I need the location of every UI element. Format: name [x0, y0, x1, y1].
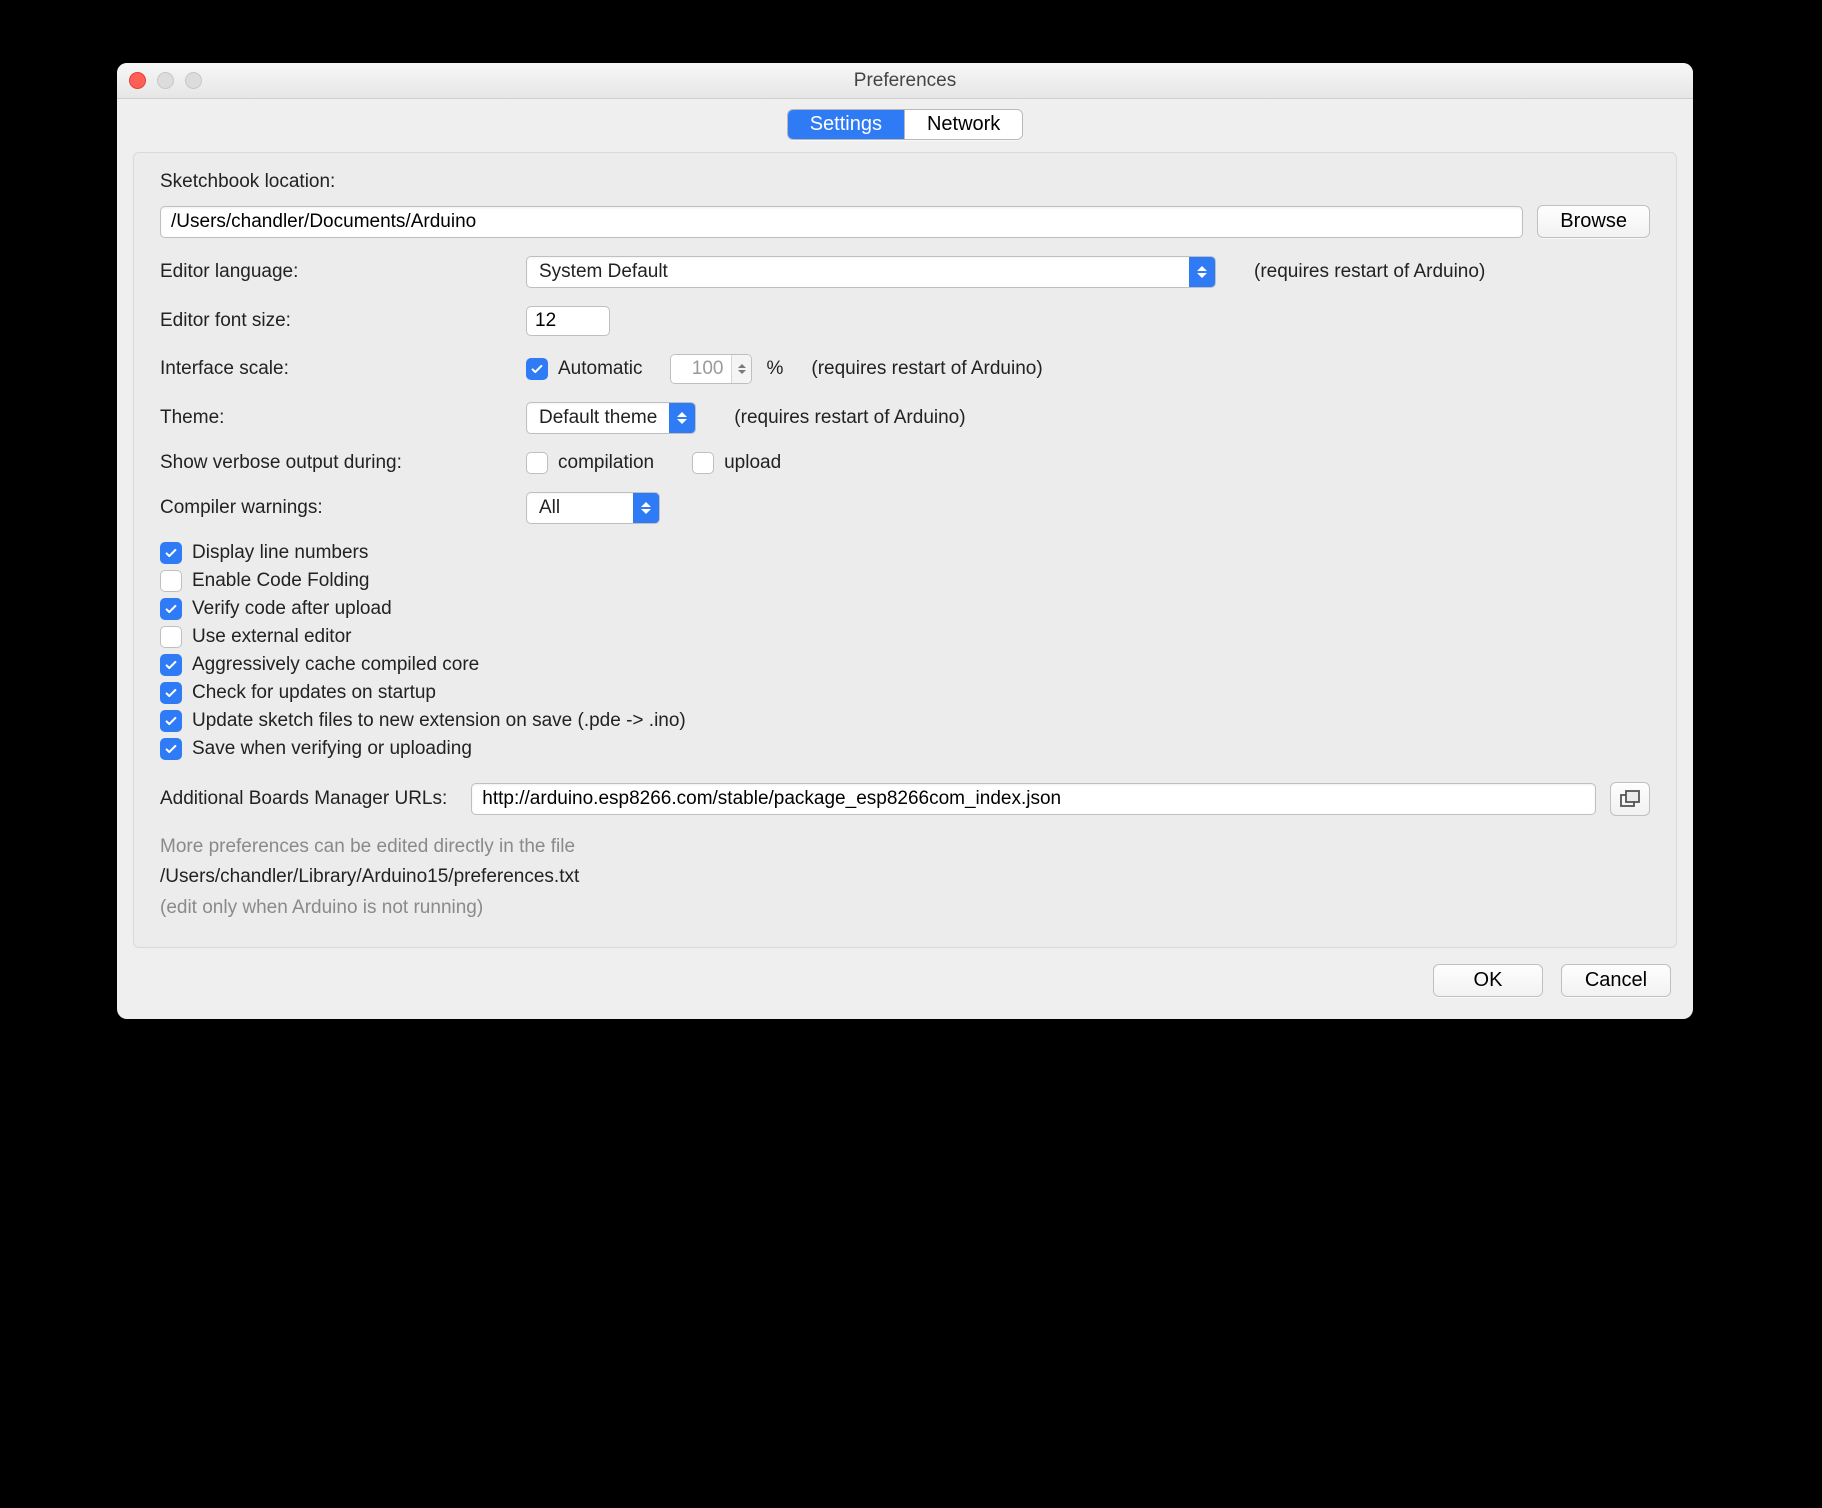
option-label: Enable Code Folding	[192, 570, 369, 592]
window-title: Preferences	[117, 70, 1693, 92]
checkbox-box	[160, 626, 182, 648]
editor-language-label: Editor language:	[160, 261, 512, 283]
option-checkbox[interactable]: Display line numbers	[160, 542, 1650, 564]
preferences-window: Preferences Settings Network Sketchbook …	[117, 63, 1693, 1019]
title-bar: Preferences	[117, 63, 1693, 99]
tab-network[interactable]: Network	[904, 110, 1022, 139]
ok-button[interactable]: OK	[1433, 964, 1543, 997]
checkbox-box	[160, 738, 182, 760]
option-checkbox[interactable]: Enable Code Folding	[160, 570, 1650, 592]
theme-value: Default theme	[527, 403, 669, 433]
chevron-updown-icon	[1189, 257, 1215, 287]
option-label: Update sketch files to new extension on …	[192, 710, 686, 732]
expand-urls-button[interactable]	[1610, 782, 1650, 816]
sketchbook-label: Sketchbook location:	[160, 171, 1650, 193]
interface-scale-label: Interface scale:	[160, 358, 512, 380]
stepper-arrows-icon	[731, 355, 751, 383]
compiler-warnings-label: Compiler warnings:	[160, 497, 512, 519]
verbose-label: Show verbose output during:	[160, 452, 512, 474]
tab-settings[interactable]: Settings	[788, 110, 904, 139]
options-list: Display line numbers Enable Code Folding V…	[160, 542, 1650, 760]
close-icon[interactable]	[129, 72, 146, 89]
scale-percent-stepper[interactable]	[670, 354, 752, 384]
option-checkbox[interactable]: Use external editor	[160, 626, 1650, 648]
font-size-label: Editor font size:	[160, 310, 512, 332]
verbose-upload-checkbox[interactable]: upload	[692, 452, 781, 474]
language-restart-hint: (requires restart of Arduino)	[1254, 261, 1485, 283]
boards-urls-label: Additional Boards Manager URLs:	[160, 788, 447, 810]
new-window-icon	[1620, 790, 1640, 808]
sketchbook-input[interactable]	[160, 206, 1523, 238]
chevron-updown-icon	[669, 403, 695, 433]
chevron-updown-icon	[633, 493, 659, 523]
option-label: Display line numbers	[192, 542, 368, 564]
tab-bar: Settings Network	[117, 99, 1693, 140]
option-label: Use external editor	[192, 626, 351, 648]
checkbox-box	[160, 542, 182, 564]
automatic-scale-text: Automatic	[558, 358, 642, 380]
editor-language-value: System Default	[527, 257, 1189, 287]
option-label: Check for updates on startup	[192, 682, 436, 704]
checkbox-box	[160, 654, 182, 676]
checkbox-box	[160, 710, 182, 732]
option-label: Save when verifying or uploading	[192, 738, 472, 760]
compiler-warnings-select[interactable]: All	[526, 492, 660, 524]
option-checkbox[interactable]: Aggressively cache compiled core	[160, 654, 1650, 676]
checkbox-box	[160, 598, 182, 620]
theme-restart-hint: (requires restart of Arduino)	[734, 407, 965, 429]
footnote-line3: (edit only when Arduino is not running)	[160, 893, 1650, 923]
percent-sign: %	[766, 358, 783, 380]
window-controls	[129, 72, 202, 89]
scale-percent-value	[671, 355, 731, 383]
theme-select[interactable]: Default theme	[526, 402, 696, 434]
browse-button[interactable]: Browse	[1537, 205, 1650, 238]
automatic-scale-checkbox[interactable]: Automatic	[526, 358, 642, 380]
boards-urls-input[interactable]	[471, 783, 1596, 815]
option-label: Aggressively cache compiled core	[192, 654, 479, 676]
editor-language-select[interactable]: System Default	[526, 256, 1216, 288]
theme-label: Theme:	[160, 407, 512, 429]
settings-panel: Sketchbook location: Browse Editor langu…	[133, 152, 1677, 948]
font-size-input[interactable]	[526, 306, 610, 336]
footnote-line1: More preferences can be edited directly …	[160, 832, 1650, 862]
option-checkbox[interactable]: Save when verifying or uploading	[160, 738, 1650, 760]
zoom-icon[interactable]	[185, 72, 202, 89]
minimize-icon[interactable]	[157, 72, 174, 89]
scale-restart-hint: (requires restart of Arduino)	[811, 358, 1042, 380]
checkbox-box	[160, 570, 182, 592]
cancel-button[interactable]: Cancel	[1561, 964, 1671, 997]
verbose-upload-text: upload	[724, 452, 781, 474]
verbose-compilation-checkbox[interactable]: compilation	[526, 452, 654, 474]
option-label: Verify code after upload	[192, 598, 392, 620]
option-checkbox[interactable]: Check for updates on startup	[160, 682, 1650, 704]
footnote: More preferences can be edited directly …	[160, 832, 1650, 923]
option-checkbox[interactable]: Verify code after upload	[160, 598, 1650, 620]
dialog-buttons: OK Cancel	[117, 964, 1693, 1019]
tab-segmented-control: Settings Network	[787, 109, 1024, 140]
option-checkbox[interactable]: Update sketch files to new extension on …	[160, 710, 1650, 732]
checkbox-box	[160, 682, 182, 704]
preferences-file-path[interactable]: /Users/chandler/Library/Arduino15/prefer…	[160, 862, 1650, 892]
verbose-compilation-text: compilation	[558, 452, 654, 474]
compiler-warnings-value: All	[527, 493, 633, 523]
